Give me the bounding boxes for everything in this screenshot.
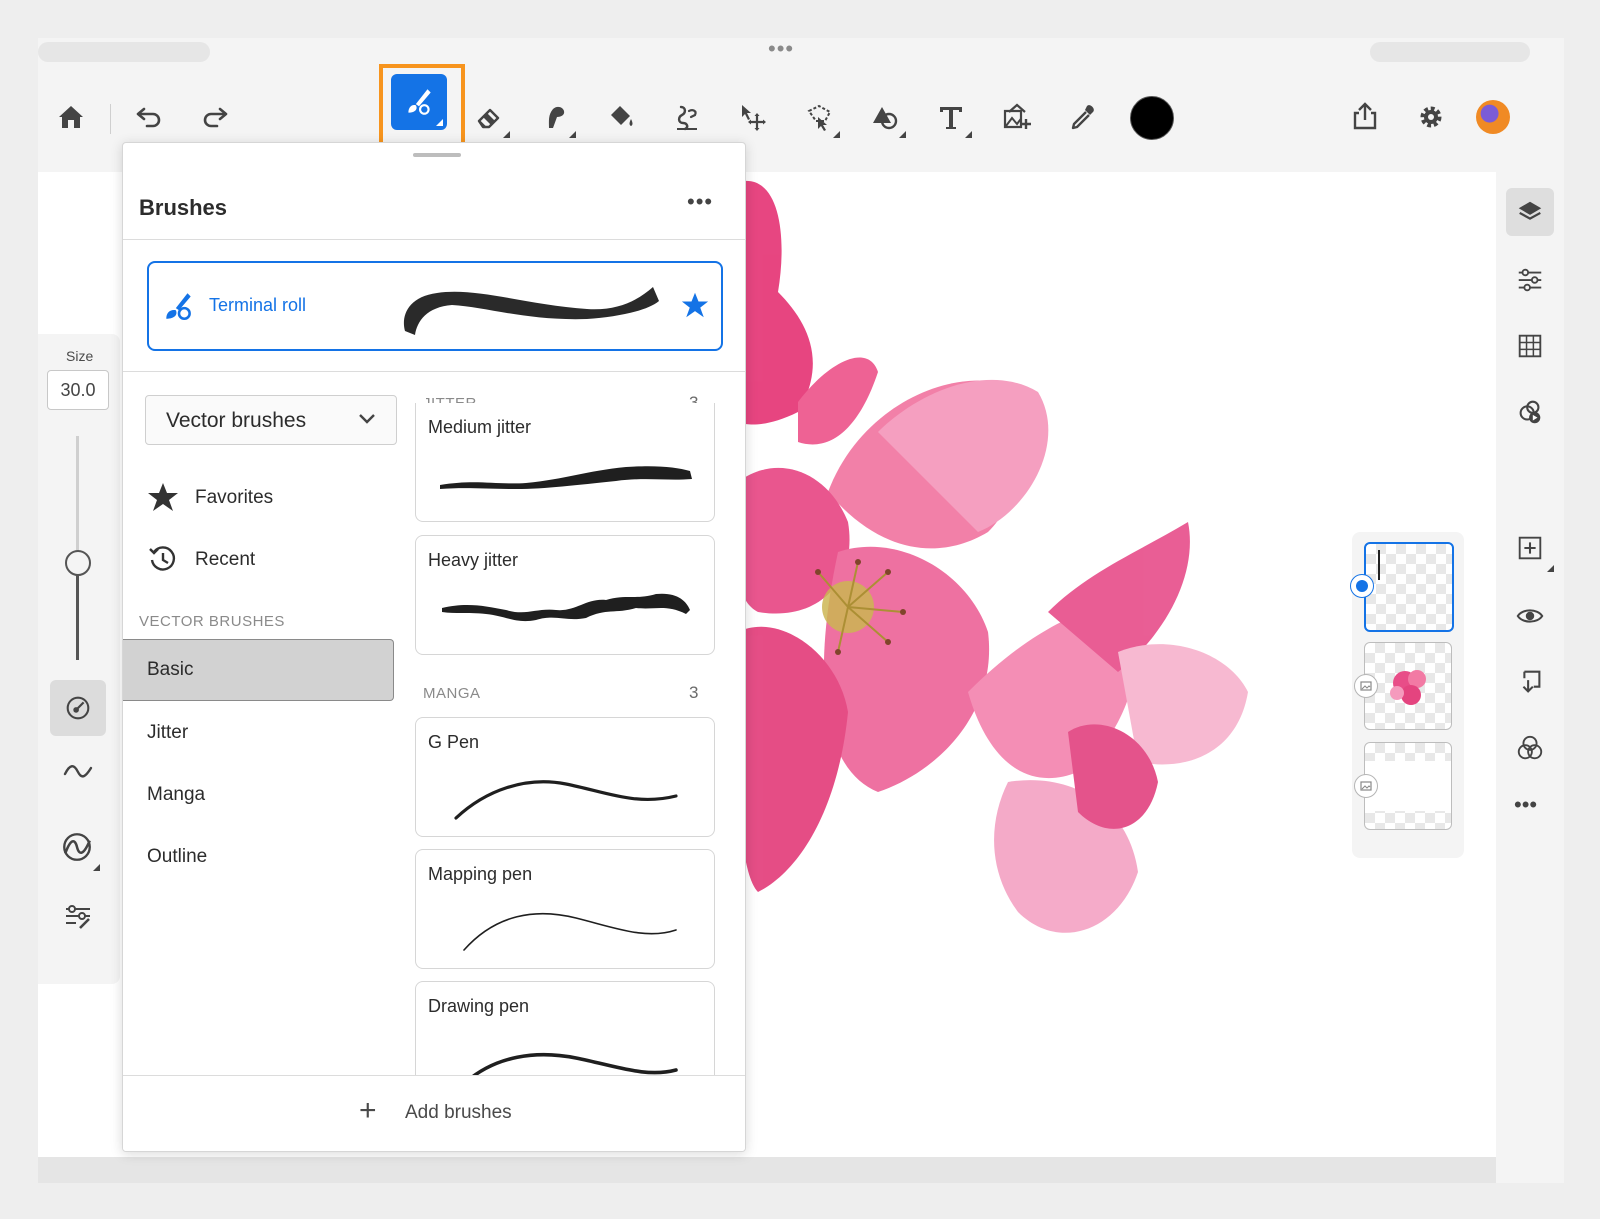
eyedropper-icon[interactable] xyxy=(1060,94,1106,140)
status-bar: ••• xyxy=(38,38,1564,64)
history-icon xyxy=(149,546,176,571)
brush-stroke-preview xyxy=(442,593,690,622)
category-basic[interactable]: Basic xyxy=(123,639,394,701)
avatar[interactable] xyxy=(1476,100,1510,134)
export-icon[interactable] xyxy=(1342,94,1388,140)
size-slider-fill xyxy=(76,564,79,660)
right-sidebar: ••• xyxy=(1496,172,1564,1183)
move-icon[interactable] xyxy=(730,94,776,140)
star-icon xyxy=(148,483,178,511)
add-brushes-button[interactable]: Add brushes xyxy=(405,1102,512,1124)
pressure-icon xyxy=(66,696,90,720)
brush-stroke-preview xyxy=(463,912,677,951)
toolbar-divider xyxy=(110,104,111,134)
layer-thumbnail-1[interactable] xyxy=(1364,542,1454,632)
category-jitter[interactable]: Jitter xyxy=(123,703,393,763)
image-layer-icon xyxy=(1354,674,1378,698)
section-label: VECTOR BRUSHES xyxy=(139,613,285,630)
lasso-icon[interactable] xyxy=(796,94,842,140)
brush-card-medium-jitter[interactable]: Medium jitter xyxy=(415,403,715,522)
panel-more-icon[interactable]: ••• xyxy=(687,189,713,215)
home-icon[interactable] xyxy=(48,94,94,140)
size-label: Size xyxy=(66,348,94,364)
status-pill-right xyxy=(1370,42,1530,62)
group-count-manga: 3 xyxy=(689,683,699,702)
image-layer-icon xyxy=(1354,774,1378,798)
layers-icon[interactable] xyxy=(1506,188,1554,236)
layer-active-indicator xyxy=(1350,574,1374,598)
group-label-manga: MANGA xyxy=(423,685,481,702)
eraser-icon[interactable] xyxy=(466,94,512,140)
drag-handle[interactable] xyxy=(413,153,461,157)
blend-icon[interactable] xyxy=(1506,724,1554,772)
current-brush-name: Terminal roll xyxy=(209,295,307,315)
brush-icon xyxy=(166,293,191,321)
panel-footer: + Add brushes xyxy=(123,1075,745,1151)
properties-icon[interactable] xyxy=(1506,256,1554,304)
grid-icon[interactable] xyxy=(1506,322,1554,370)
brush-icon xyxy=(408,89,431,115)
divider xyxy=(123,371,745,372)
image-add-icon[interactable] xyxy=(994,94,1040,140)
current-brush-card[interactable]: Terminal roll xyxy=(147,261,723,351)
nav-favorites[interactable]: Favorites xyxy=(195,487,273,509)
current-brush-stroke-preview xyxy=(403,287,659,335)
liquify-icon[interactable] xyxy=(664,94,710,140)
favorite-star-icon[interactable] xyxy=(681,291,709,319)
stroke-settings-icon[interactable] xyxy=(60,830,100,871)
brush-card-g-pen[interactable]: G Pen xyxy=(415,717,715,837)
brush-name: Heavy jitter xyxy=(428,550,519,570)
category-manga[interactable]: Manga xyxy=(123,765,393,825)
merge-down-icon[interactable] xyxy=(1506,658,1554,706)
text-icon[interactable] xyxy=(928,94,974,140)
visibility-icon[interactable] xyxy=(1506,592,1554,640)
brush-stroke-preview xyxy=(440,466,692,489)
size-input[interactable]: 30.0 xyxy=(47,370,109,410)
multitask-dots-icon[interactable]: ••• xyxy=(768,38,794,62)
layers-thumbnails xyxy=(1350,532,1464,858)
fill-icon[interactable] xyxy=(598,94,644,140)
smudge-icon[interactable] xyxy=(532,94,578,140)
divider xyxy=(123,239,745,240)
brushes-panel: Brushes ••• Terminal roll Vector brushes… xyxy=(122,142,746,1152)
share-link-icon[interactable] xyxy=(1506,388,1554,436)
color-swatch[interactable] xyxy=(1130,96,1174,140)
brush-stroke-preview xyxy=(454,780,678,820)
canvas-bottom-strip xyxy=(38,1157,1496,1183)
flower-artwork xyxy=(738,180,1248,933)
redo-icon[interactable] xyxy=(192,94,238,140)
status-pill-left xyxy=(38,42,210,62)
size-rail: Size 30.0 xyxy=(38,334,120,984)
brush-name: Mapping pen xyxy=(428,864,533,884)
gear-icon[interactable] xyxy=(1408,94,1454,140)
brush-set-dropdown[interactable]: Vector brushes xyxy=(145,395,397,445)
dropdown-value: Vector brushes xyxy=(166,409,307,432)
pressure-button[interactable] xyxy=(50,680,106,736)
more-icon[interactable]: ••• xyxy=(1514,792,1537,818)
brush-card-heavy-jitter[interactable]: Heavy jitter xyxy=(415,535,715,655)
add-layer-icon[interactable] xyxy=(1506,524,1554,572)
brush-card-mapping-pen[interactable]: Mapping pen xyxy=(415,849,715,969)
category-outline[interactable]: Outline xyxy=(123,827,393,887)
brush-name: Drawing pen xyxy=(428,996,530,1016)
panel-title: Brushes xyxy=(139,195,228,220)
brush-settings-icon[interactable] xyxy=(62,900,94,937)
brush-tool-button[interactable] xyxy=(391,74,447,130)
chevron-down-icon xyxy=(359,414,375,424)
brush-name: G Pen xyxy=(428,732,480,752)
undo-icon[interactable] xyxy=(126,94,172,140)
nav-recent[interactable]: Recent xyxy=(195,549,255,571)
size-slider-handle[interactable] xyxy=(65,550,91,576)
smoothing-icon[interactable] xyxy=(62,754,94,791)
brush-name: Medium jitter xyxy=(428,417,532,437)
shapes-icon[interactable] xyxy=(862,94,908,140)
plus-icon[interactable]: + xyxy=(359,1096,377,1126)
